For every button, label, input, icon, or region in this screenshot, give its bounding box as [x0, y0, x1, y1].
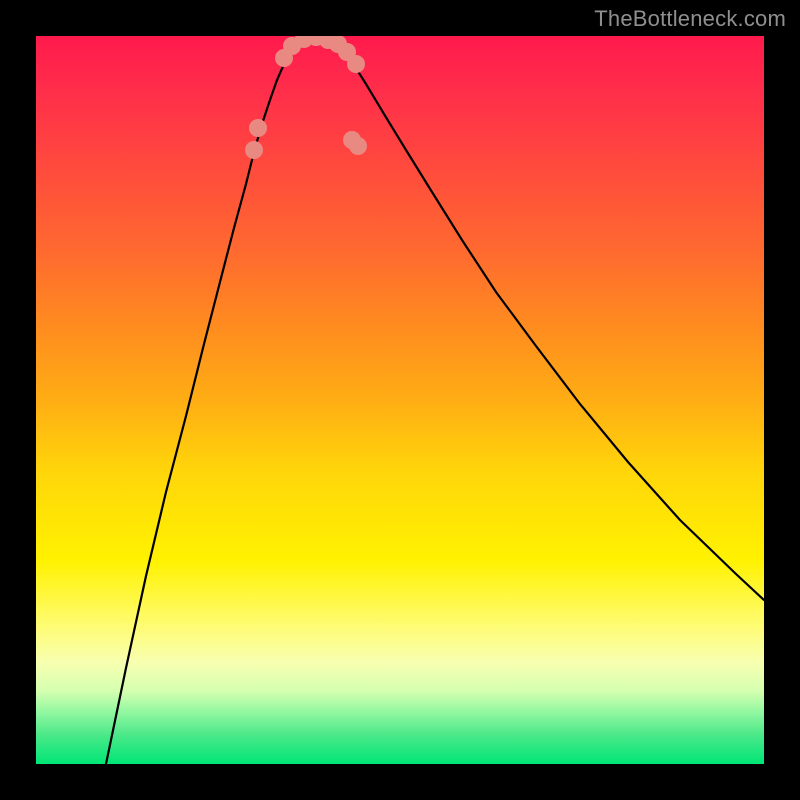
marker-dot — [249, 119, 267, 137]
bottleneck-curve — [36, 36, 764, 764]
marker-dot — [245, 141, 263, 159]
marker-dot — [347, 55, 365, 73]
watermark-label: TheBottleneck.com — [594, 6, 786, 32]
curve-markers — [245, 36, 367, 159]
curve-path — [106, 37, 764, 764]
plot-area — [36, 36, 764, 764]
marker-dot — [349, 137, 367, 155]
chart-frame: TheBottleneck.com — [0, 0, 800, 800]
